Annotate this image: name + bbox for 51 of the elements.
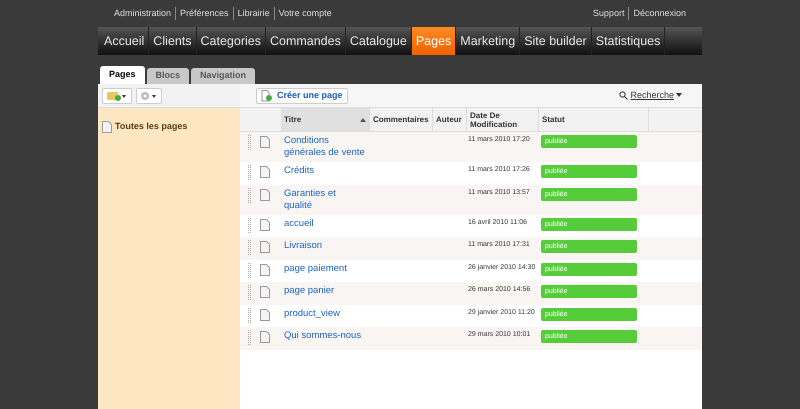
nav-tab[interactable]: Clients [149,27,197,55]
top-link[interactable]: Administration [110,6,176,20]
document-icon [260,218,270,230]
search-icon [619,91,628,100]
sidebar-item[interactable]: Toutes les pages [98,120,240,134]
top-link[interactable]: Librairie [232,6,274,20]
new-folder-button[interactable] [102,88,132,104]
nav-tab[interactable]: Accueil [100,27,150,55]
document-icon [260,264,270,276]
column-header[interactable]: Date De Modification [466,108,538,131]
panel-tab[interactable]: Pages [100,66,145,84]
top-link[interactable]: Support [588,6,628,20]
sort-ascending-icon [360,117,366,122]
document-icon [102,120,112,133]
add-page-icon [261,90,273,102]
panel-tab[interactable]: Blocs [146,68,190,84]
top-link[interactable]: Déconnexion [628,6,690,20]
column-header[interactable]: Auteur [432,108,466,131]
search-button[interactable]: Recherche [619,88,682,102]
page-title-link[interactable]: page panier [281,285,369,297]
document-icon [260,308,270,320]
nav-tab[interactable]: Marketing [456,27,520,55]
settings-button[interactable] [136,88,162,104]
folder-add-icon [107,90,127,100]
panel-tab[interactable]: Navigation [191,68,256,84]
settings-icon [140,90,158,100]
document-icon [260,188,270,200]
page-title-link[interactable]: Conditions générales de vente [281,135,369,159]
top-link[interactable]: Votre compte [274,6,336,20]
page-title-link[interactable]: Qui sommes-nous [281,330,369,342]
document-icon [260,166,270,178]
caret-icon [676,93,682,98]
column-header[interactable]: Titre [281,108,369,131]
document-icon [260,241,270,253]
document-icon [260,136,270,148]
page-title-link[interactable]: Crédits [281,165,369,177]
column-header[interactable]: Commentaires [369,108,432,131]
document-icon [260,331,270,343]
page-title-link[interactable]: page paiement [281,262,369,274]
nav-tab[interactable]: Site builder [520,27,592,55]
page-title-link[interactable]: Livraison [281,240,369,252]
page-title-link[interactable]: Garanties et qualité [281,188,369,212]
create-page-button[interactable]: Créer une page [256,88,348,104]
nav-tab[interactable]: Commandes [266,27,346,55]
nav-tab[interactable]: Categories [196,27,266,55]
page-title-link[interactable]: product_view [281,308,369,320]
document-icon [260,286,270,298]
page-title-link[interactable]: accueil [281,218,369,230]
column-header[interactable]: Statut [538,108,648,131]
top-link[interactable]: Préférences [175,6,233,20]
nav-tab[interactable]: Statistiques [592,27,666,55]
